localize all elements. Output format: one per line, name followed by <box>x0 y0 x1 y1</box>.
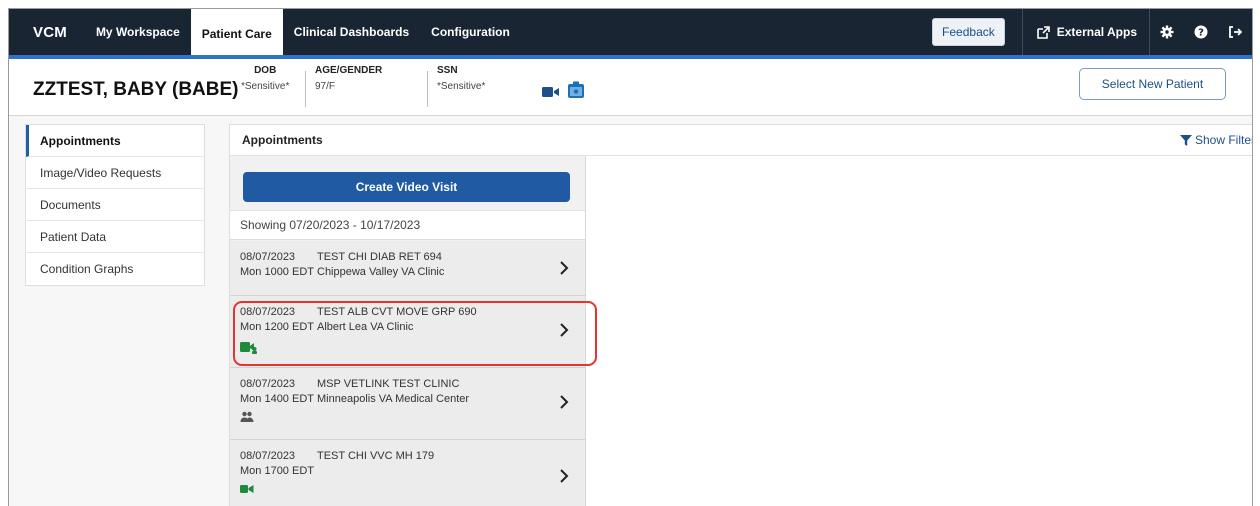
nav-configuration[interactable]: Configuration <box>420 9 521 55</box>
top-navigation-bar: VCM My Workspace Patient Care Clinical D… <box>9 9 1252 55</box>
appointment-name: MSP VETLINK TEST CLINIC <box>317 378 460 390</box>
age-gender-label: AGE/GENDER <box>315 65 383 76</box>
sidebar-item-documents[interactable]: Documents <box>26 189 204 221</box>
appointment-name: TEST CHI DIAB RET 694 <box>317 251 442 263</box>
age-gender-field: AGE/GENDER 97/F <box>315 65 382 92</box>
nav-my-workspace[interactable]: My Workspace <box>85 9 191 55</box>
group-video-icon <box>240 342 257 354</box>
appointment-row[interactable]: 08/07/2023 Mon 1400 EDT MSP VETLINK TEST… <box>230 368 585 440</box>
gear-icon[interactable] <box>1150 9 1184 55</box>
appointment-clinic: TEST CHI DIAB RET 694 Chippewa Valley VA… <box>317 250 444 280</box>
logout-icon[interactable] <box>1218 9 1252 55</box>
sidebar-item-patient-data[interactable]: Patient Data <box>26 221 204 253</box>
video-camera-icon[interactable] <box>542 86 560 98</box>
appointment-date: 08/07/2023 <box>240 450 296 462</box>
sidebar-item-image-video-requests[interactable]: Image/Video Requests <box>26 157 204 189</box>
patient-name: ZZTEST, BABY (BABE) <box>33 79 239 100</box>
show-filter-button[interactable]: Show Filter <box>1179 133 1253 147</box>
appointment-clinic: MSP VETLINK TEST CLINIC Minneapolis VA M… <box>317 377 469 407</box>
external-apps-button[interactable]: External Apps <box>1023 25 1149 39</box>
appointment-time: Mon 1700 EDT <box>240 465 314 477</box>
appointment-location: Chippewa Valley VA Clinic <box>317 266 445 278</box>
appointment-row[interactable]: 08/07/2023 Mon 1200 EDT TEST ALB CVT MOV… <box>230 296 585 368</box>
appointment-row[interactable]: 08/07/2023 Mon 1000 EDT TEST CHI DIAB RE… <box>230 241 585 296</box>
chevron-right-icon[interactable] <box>557 393 571 411</box>
appointment-clinic: TEST ALB CVT MOVE GRP 690 Albert Lea VA … <box>317 305 477 335</box>
appointment-location: Albert Lea VA Clinic <box>317 321 414 333</box>
appointment-datetime: 08/07/2023 Mon 1200 EDT <box>240 305 314 335</box>
appointment-date: 08/07/2023 <box>240 378 296 390</box>
nav-clinical-dashboards[interactable]: Clinical Dashboards <box>283 9 420 55</box>
svg-text:?: ? <box>1198 28 1204 39</box>
chevron-right-icon[interactable] <box>557 259 571 277</box>
dob-field: DOB *Sensitive* <box>241 65 289 92</box>
dob-label: DOB <box>254 65 277 76</box>
appointment-datetime: 08/07/2023 Mon 1400 EDT <box>240 377 314 407</box>
appointment-time: Mon 1400 EDT <box>240 393 314 405</box>
appointment-list: Create Video Visit Showing 07/20/2023 - … <box>230 156 586 506</box>
sidebar-item-condition-graphs[interactable]: Condition Graphs <box>26 253 204 285</box>
sidebar: Appointments Image/Video Requests Docume… <box>25 124 205 286</box>
external-link-icon <box>1036 25 1050 39</box>
age-gender-value: 97/F <box>315 81 336 92</box>
video-icon <box>240 485 254 493</box>
header-divider <box>427 71 428 107</box>
ssn-field: SSN *Sensitive* <box>437 65 485 92</box>
appointment-name: TEST CHI VVC MH 179 <box>317 450 435 462</box>
appointment-row[interactable]: 08/07/2023 Mon 1700 EDT TEST CHI VVC MH … <box>230 440 585 506</box>
select-new-patient-button[interactable]: Select New Patient <box>1079 68 1226 100</box>
sidebar-item-appointments[interactable]: Appointments <box>26 125 204 157</box>
header-divider <box>305 71 306 107</box>
feedback-button[interactable]: Feedback <box>932 18 1005 46</box>
app-brand: VCM <box>33 23 67 41</box>
appointment-datetime: 08/07/2023 Mon 1000 EDT <box>240 250 314 280</box>
app-window: VCM My Workspace Patient Care Clinical D… <box>8 8 1253 506</box>
tablet-icon[interactable] <box>567 81 585 99</box>
appointment-clinic: TEST CHI VVC MH 179 <box>317 449 434 464</box>
panel-title: Appointments <box>242 133 323 147</box>
appointments-panel: Appointments Show Filter Create Video Vi… <box>229 124 1253 506</box>
show-filter-label: Show Filter <box>1194 133 1253 147</box>
patient-header: ZZTEST, BABY (BABE) DOB *Sensitive* AGE/… <box>9 59 1252 116</box>
filter-icon <box>1179 134 1192 146</box>
create-video-visit-button[interactable]: Create Video Visit <box>243 172 570 202</box>
ssn-label: SSN <box>437 65 458 76</box>
appointment-datetime: 08/07/2023 Mon 1700 EDT <box>240 449 314 479</box>
appointment-time: Mon 1000 EDT <box>240 266 314 278</box>
chevron-right-icon[interactable] <box>557 321 571 339</box>
appointment-date: 08/07/2023 <box>240 306 296 318</box>
appointment-time: Mon 1200 EDT <box>240 321 314 333</box>
ssn-value: *Sensitive* <box>437 81 486 92</box>
date-range-text: Showing 07/20/2023 - 10/17/2023 <box>230 210 585 240</box>
appointment-location: Minneapolis VA Medical Center <box>317 393 470 405</box>
chevron-right-icon[interactable] <box>557 467 571 485</box>
nav-patient-care[interactable]: Patient Care <box>190 9 283 55</box>
help-icon[interactable]: ? <box>1184 9 1218 55</box>
dob-value: *Sensitive* <box>241 81 290 92</box>
external-apps-label: External Apps <box>1056 25 1137 39</box>
appointment-date: 08/07/2023 <box>240 251 296 263</box>
appointment-name: TEST ALB CVT MOVE GRP 690 <box>317 306 477 318</box>
in-person-icon <box>240 411 254 422</box>
